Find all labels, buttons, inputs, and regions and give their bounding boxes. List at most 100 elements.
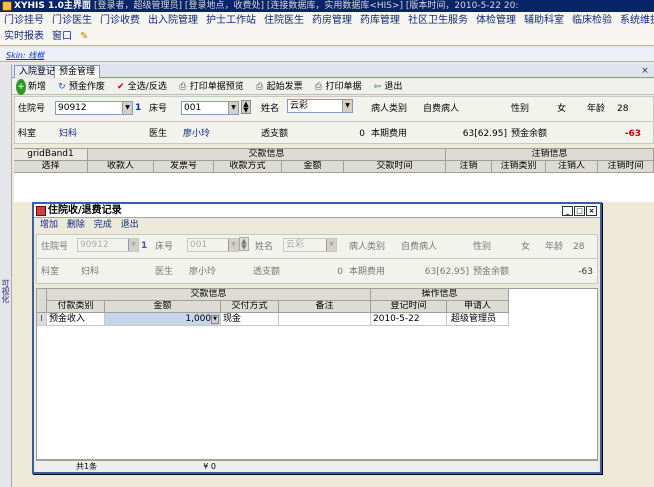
menu-item-clinical-lab[interactable]: 临床检验 — [568, 13, 616, 29]
chevron-down-icon: ▼ — [128, 239, 138, 251]
sex-label: 性别 — [511, 104, 530, 114]
chevron-down-icon[interactable]: ▼ — [228, 102, 238, 114]
dlg-bed-spin-icon: ▲ ▼ — [239, 237, 249, 251]
exit-icon: ⇦ — [373, 82, 382, 92]
menu-item-outpatient-doctor[interactable]: 门诊医生 — [48, 13, 96, 29]
col-cancel-type[interactable]: 注销类别 — [492, 161, 546, 173]
col-cancel-time[interactable]: 注销时间 — [598, 161, 654, 173]
void-deposit-button[interactable]: ↻ 预金作废 — [53, 79, 109, 95]
bed-spin-icon[interactable]: ▲ ▼ — [241, 100, 251, 114]
close-icon[interactable]: × — [586, 206, 597, 216]
dlg-dept-label: 科室 — [41, 267, 60, 277]
form-divider — [15, 121, 653, 122]
menu-tool-icon[interactable]: ✎ — [76, 29, 92, 45]
menu-item-inpatient-doctor[interactable]: 住院医生 — [260, 13, 308, 29]
dlg-col-pay-type[interactable]: 付款类别 — [47, 301, 105, 313]
dlg-col-amount[interactable]: 金额 — [105, 301, 221, 313]
select-all-button[interactable]: ✔ 全选/反选 — [112, 79, 171, 95]
dlg-sex-label: 性别 — [473, 242, 492, 252]
chevron-down-icon: ▼ — [326, 239, 336, 251]
sex-value: 女 — [557, 104, 567, 114]
dlg-balance-value: -63 — [578, 267, 593, 277]
bed-no-select[interactable]: 001 ▼ — [181, 101, 239, 115]
menu-item-outpatient-register[interactable]: 门诊挂号 — [0, 13, 48, 29]
inpatient-no-label: 住院号 — [18, 104, 46, 114]
menu-item-system[interactable]: 系统维护 — [616, 13, 654, 29]
period-value: 63[62.95] — [462, 129, 507, 139]
menu-item-nurse-station[interactable]: 护士工作站 — [202, 13, 260, 29]
inpatient-no-suffix: 1 — [135, 103, 142, 113]
dept-value: 妇科 — [59, 129, 78, 139]
dialog-finish-button[interactable]: 完成 — [94, 220, 112, 230]
dept-label: 科室 — [18, 129, 37, 139]
col-select[interactable]: 选择 — [14, 161, 88, 173]
dialog-menu: 增加 删除 完成 退出 — [34, 219, 600, 232]
name-label: 姓名 — [261, 104, 280, 114]
dialog-title-bar[interactable]: 住院收/退费记录 _ □ × — [34, 204, 600, 218]
col-amount[interactable]: 金额 — [282, 161, 344, 173]
side-strip[interactable]: 可视化 — [0, 64, 12, 487]
menu-item-aux-dept[interactable]: 辅助科室 — [520, 13, 568, 29]
row-pay-method[interactable]: 现金 — [221, 313, 279, 326]
dlg-inpatient-no-select: 90912 ▼ — [77, 238, 139, 252]
dlg-band-operation: 操作信息 — [371, 289, 509, 301]
name-select[interactable]: 云彩 ▼ — [287, 99, 353, 113]
menu-item-physical-exam[interactable]: 体检管理 — [472, 13, 520, 29]
dlg-bed-value: 001 — [190, 240, 208, 250]
grid-band-payment: 交款信息 — [88, 149, 446, 161]
maximize-icon[interactable]: □ — [574, 206, 585, 216]
col-cancel[interactable]: 注销 — [446, 161, 492, 173]
bed-label: 床号 — [149, 104, 168, 114]
start-invoice-button[interactable]: ⎙ 起始发票 — [251, 79, 307, 95]
print-preview-label: 打印单据预览 — [189, 82, 244, 92]
app-info: [登录者，超级管理员] [登录地点，收费处] [连接数据库，实用数据库<HIS>… — [94, 1, 519, 11]
table-row[interactable]: I 预金收入 1,000. ▼ 现金 2010-5-22 超级管理员 — [37, 313, 509, 326]
bed-no-value: 001 — [184, 103, 202, 113]
dlg-period-value: 63[62.95] — [424, 267, 469, 277]
skin-link[interactable]: Skin: 线框 — [6, 50, 44, 61]
void-icon: ↻ — [58, 82, 66, 92]
minimize-icon[interactable]: _ — [562, 206, 573, 216]
print-button[interactable]: ⎙ 打印单据 — [309, 79, 365, 95]
print-preview-button[interactable]: ⎙ 打印单据预览 — [174, 79, 248, 95]
tab-close-icon[interactable]: × — [640, 66, 650, 76]
dialog-add-button[interactable]: 增加 — [40, 220, 58, 230]
col-pay-time[interactable]: 交款时间 — [344, 161, 446, 173]
dlg-col-applicant[interactable]: 申请人 — [447, 301, 509, 313]
app-icon — [2, 1, 12, 11]
menu-item-outpatient-charge[interactable]: 门诊收费 — [96, 13, 144, 29]
menu-item-pharmacy[interactable]: 药房管理 — [308, 13, 356, 29]
app-title-bar: XYHIS 1.0主界面 [登录者，超级管理员] [登录地点，收费处] [连接数… — [0, 0, 654, 12]
exit-button[interactable]: ⇦ 退出 — [368, 79, 406, 95]
start-invoice-label: 起始发票 — [266, 82, 303, 92]
tab-deposit[interactable]: 预金管理 — [54, 65, 101, 78]
menu-item-admission[interactable]: 出入院管理 — [144, 13, 202, 29]
col-invoice-no[interactable]: 发票号 — [154, 161, 214, 173]
col-pay-method[interactable]: 收款方式 — [214, 161, 282, 173]
dialog-summary-footer: 共1条 ¥ 0 — [36, 460, 598, 472]
dialog-exit-button[interactable]: 退出 — [121, 220, 139, 230]
check-icon: ✔ — [117, 82, 125, 92]
dlg-col-pay-method[interactable]: 交付方式 — [221, 301, 279, 313]
add-button[interactable]: + 新增 — [12, 79, 50, 95]
col-cancel-user[interactable]: 注销人 — [546, 161, 598, 173]
menu-item-reports[interactable]: 实时报表 — [0, 29, 48, 45]
row-pay-type[interactable]: 预金收入 — [47, 313, 105, 326]
inpatient-no-select[interactable]: 90912 ▼ — [55, 101, 133, 115]
inpatient-no-value: 90912 — [58, 103, 87, 113]
amount-dropdown-icon[interactable]: ▼ — [211, 315, 219, 324]
dialog-delete-button[interactable]: 删除 — [67, 220, 85, 230]
patient-info-form: 住院号 90912 ▼ 1 床号 001 ▼ ▲ ▼ 姓名 云彩 ▼ 病人类别 自费病人… — [14, 96, 654, 144]
overdraft-value: 0 — [359, 129, 365, 139]
dlg-col-reg-time[interactable]: 登记时间 — [371, 301, 447, 313]
menu-item-drug-store[interactable]: 药库管理 — [356, 13, 404, 29]
print-label: 打印单据 — [325, 82, 362, 92]
menu-item-community-health[interactable]: 社区卫生服务 — [404, 13, 472, 29]
dlg-col-note[interactable]: 备注 — [279, 301, 371, 313]
chevron-down-icon[interactable]: ▼ — [342, 100, 352, 112]
menu-item-window[interactable]: 窗口 — [48, 29, 76, 45]
row-amount[interactable]: 1,000. — [105, 313, 221, 326]
row-note[interactable] — [279, 313, 371, 326]
chevron-down-icon[interactable]: ▼ — [122, 102, 132, 114]
col-payee[interactable]: 收款人 — [88, 161, 154, 173]
